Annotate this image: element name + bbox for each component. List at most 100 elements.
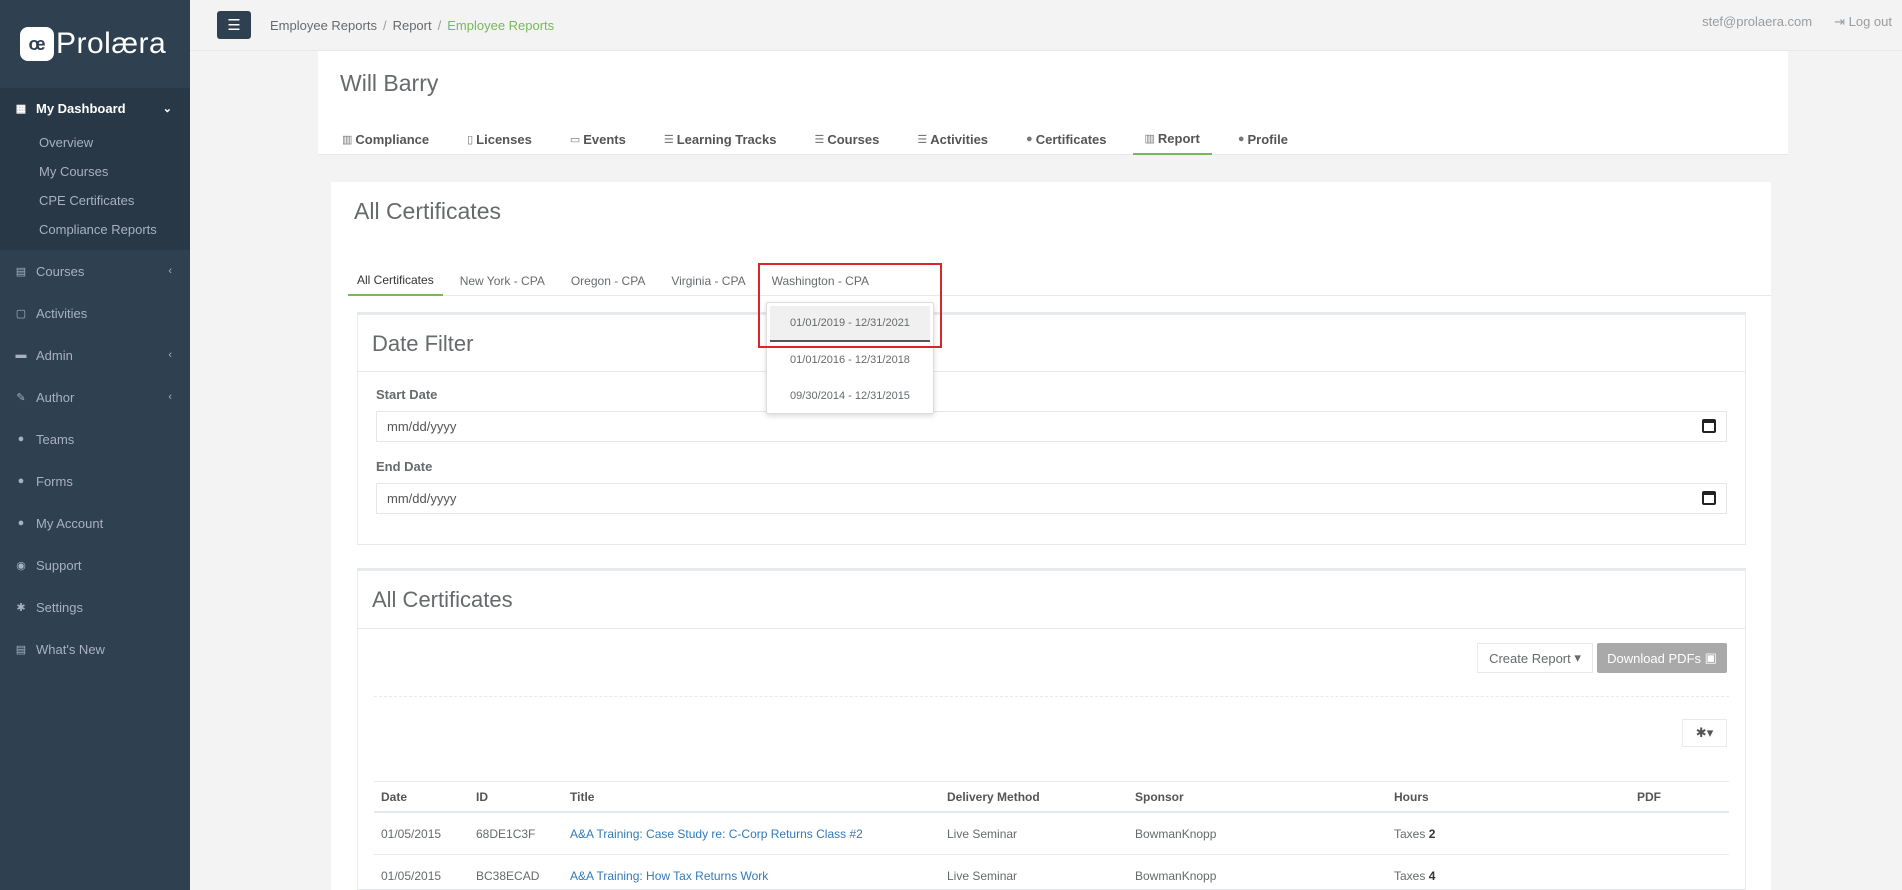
tab-report[interactable]: ▥ Report [1132, 123, 1212, 155]
tab-all-certificates[interactable]: All Certificates [348, 266, 443, 296]
cell-date: 01/05/2015 [381, 826, 442, 841]
sidebar-item-activities[interactable]: ▢ Activities [0, 292, 190, 334]
cell-title-link[interactable]: A&A Training: Case Study re: C-Corp Retu… [563, 827, 940, 841]
tab-label: Certificates [1035, 131, 1107, 147]
tab-label: Profile [1247, 131, 1288, 147]
edit-icon: ✎ [16, 391, 26, 404]
sidebar-item-label: Admin [36, 347, 73, 363]
profile-header: Will Barry ▥ Compliance ▯ Licenses ▭ Events… [318, 51, 1788, 155]
tab-events[interactable]: ▭ Events [558, 123, 638, 155]
submenu-item-my-courses[interactable]: My Courses [0, 157, 190, 186]
sidebar-item-my-account[interactable]: ● My Account [0, 502, 190, 544]
sidebar-item-label: My Account [36, 515, 104, 531]
table-row: 01/05/2015 68DE1C3F A&A Training: Case S… [374, 813, 1729, 855]
column-header-date[interactable]: Date [374, 790, 469, 804]
column-header-hours[interactable]: Hours [1387, 790, 1630, 804]
hours-label: Taxes [1394, 826, 1426, 841]
certificates-table: Date ID Title Delivery Method Sponsor Ho… [374, 781, 1729, 890]
dropdown-item[interactable]: 01/01/2016 - 12/31/2018 [767, 342, 933, 378]
sidebar-item-my-dashboard[interactable]: ▦ My Dashboard ⌄ [0, 88, 190, 128]
column-header-title[interactable]: Title [563, 790, 940, 804]
tab-washington-cpa[interactable]: Washington - CPA [763, 266, 878, 296]
sidebar-item-author[interactable]: ✎ Author ‹ [0, 376, 190, 418]
chevron-left-icon: ‹ [168, 265, 172, 277]
cog-icon: ✱ [16, 601, 26, 614]
cell-id: BC38ECAD [476, 868, 540, 883]
tab-label: Learning Tracks [676, 131, 777, 147]
sidebar-item-teams[interactable]: ● Teams [0, 418, 190, 460]
tab-courses[interactable]: ☰ Courses [802, 123, 891, 155]
tab-new-york-cpa[interactable]: New York - CPA [451, 266, 554, 296]
caret-down-icon: ▾ [1570, 650, 1581, 665]
tab-profile[interactable]: ● Profile [1226, 123, 1300, 155]
hours-value: 4 [1428, 868, 1436, 883]
gear-icon: ✱ [1695, 725, 1707, 740]
submenu-item-compliance-reports[interactable]: Compliance Reports [0, 215, 190, 244]
tab-compliance[interactable]: ▥ Compliance [330, 123, 441, 155]
dropdown-item-selected[interactable]: 01/01/2019 - 12/31/2021 [770, 306, 930, 342]
menu-toggle-icon[interactable]: ☰ [217, 11, 251, 39]
create-report-button[interactable]: Create Report ▾ [1477, 643, 1593, 673]
certificates-table-box: All Certificates Create Report ▾ Downloa… [357, 568, 1746, 890]
tab-activities[interactable]: ☰ Activities [905, 123, 1000, 155]
start-date-input[interactable]: mm/dd/yyyy [376, 411, 1727, 442]
column-header-sponsor[interactable]: Sponsor [1128, 790, 1387, 804]
breadcrumb: Employee Reports / Report / Employee Rep… [270, 18, 554, 33]
page-title: Will Barry [340, 70, 439, 96]
logo[interactable]: œ Prolæra [0, 0, 190, 88]
end-date-input[interactable]: mm/dd/yyyy [376, 483, 1727, 514]
breadcrumb-item[interactable]: Report [393, 18, 432, 33]
submenu-item-overview[interactable]: Overview [0, 128, 190, 157]
sidebar-item-label: Activities [36, 305, 88, 321]
sidebar-item-label: Author [36, 389, 75, 405]
cell-sponsor: BowmanKnopp [1135, 868, 1217, 883]
table-title: All Certificates [372, 587, 513, 612]
cell-date: 01/05/2015 [381, 868, 442, 883]
logout-link[interactable]: ⇥ Log out [1834, 14, 1892, 30]
logout-label: Log out [1848, 14, 1892, 29]
sidebar-item-whats-new[interactable]: ▤ What's New [0, 628, 190, 670]
user-icon: ● [1237, 133, 1245, 145]
cell-title-link[interactable]: A&A Training: How Tax Returns Work [563, 869, 940, 883]
dropdown-item[interactable]: 09/30/2014 - 12/31/2015 [767, 378, 933, 414]
dashboard-submenu: Overview My Courses CPE Certificates Com… [0, 128, 190, 250]
bar-chart-icon: ▥ [1144, 132, 1155, 145]
column-settings-button[interactable]: ✱ ▾ [1682, 719, 1727, 747]
sidebar-item-admin[interactable]: ▬ Admin ‹ [0, 334, 190, 376]
tab-learning-tracks[interactable]: ☰ Learning Tracks [652, 123, 789, 155]
breadcrumb-item[interactable]: Employee Reports [270, 18, 377, 33]
tab-label: Events [583, 131, 626, 147]
cell-delivery: Live Seminar [947, 868, 1018, 883]
download-pdfs-button[interactable]: Download PDFs ▣ [1597, 643, 1727, 673]
sidebar-item-forms[interactable]: ● Forms [0, 460, 190, 502]
sidebar-item-settings[interactable]: ✱ Settings [0, 586, 190, 628]
column-header-id[interactable]: ID [469, 790, 563, 804]
tab-oregon-cpa[interactable]: Oregon - CPA [562, 266, 654, 296]
calendar-icon[interactable] [1702, 419, 1716, 433]
divider [374, 696, 1729, 697]
download-pdfs-label: Download PDFs [1607, 650, 1702, 666]
sidebar-item-courses[interactable]: ▤ Courses ‹ [0, 250, 190, 292]
hours-value: 2 [1428, 826, 1436, 841]
profile-tabs: ▥ Compliance ▯ Licenses ▭ Events ☰ Learning … [330, 123, 1314, 155]
date-filter-box: Date Filter Start Date mm/dd/yyyy End Da… [357, 312, 1746, 545]
hours-label: Taxes [1394, 868, 1426, 883]
list-icon: ☰ [814, 133, 825, 146]
user-menu: stef@prolaera.com ⇥ Log out [1702, 14, 1892, 30]
start-date-placeholder: mm/dd/yyyy [387, 419, 457, 434]
tab-licenses[interactable]: ▯ Licenses [455, 123, 544, 155]
chevron-left-icon: ‹ [168, 349, 172, 361]
tab-certificates[interactable]: ● Certificates [1014, 123, 1118, 155]
column-header-pdf[interactable]: PDF [1630, 790, 1729, 804]
panel-title: All Certificates [354, 198, 501, 224]
sidebar-item-support[interactable]: ◉ Support [0, 544, 190, 586]
calendar-icon: ▭ [569, 133, 581, 146]
tab-label: Courses [827, 131, 880, 147]
submenu-item-cpe-certificates[interactable]: CPE Certificates [0, 186, 190, 215]
list-icon: ☰ [917, 133, 928, 146]
calendar-icon[interactable] [1702, 491, 1716, 505]
tab-virginia-cpa[interactable]: Virginia - CPA [662, 266, 754, 296]
logo-text: Prolæra [56, 27, 167, 60]
divider [358, 628, 1745, 629]
column-header-delivery-method[interactable]: Delivery Method [940, 790, 1128, 804]
